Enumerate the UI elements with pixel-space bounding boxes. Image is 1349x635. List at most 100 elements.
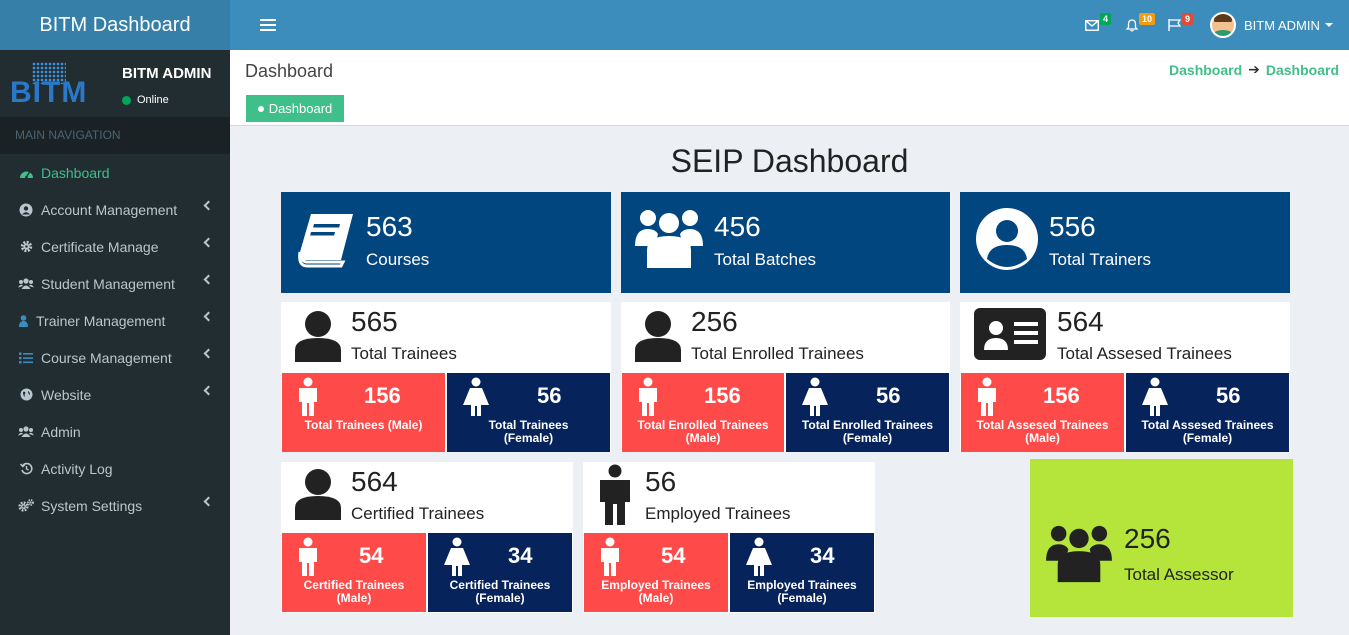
female-label-line2: (Female)	[842, 431, 893, 445]
certified-trainees-card[interactable]: 564 Certified Trainees 54 Certified Trai…	[281, 462, 573, 613]
assessed-trainees-card[interactable]: 564 Total Assesed Trainees 156 Total Ass…	[960, 302, 1290, 452]
employed-label: Employed Trainees	[645, 504, 791, 523]
certified-female[interactable]: 34 Certified Trainees (Female)	[428, 533, 572, 612]
sidebar-item-website[interactable]: Website	[0, 376, 230, 413]
breadcrumb-current: Dashboard	[1265, 61, 1339, 78]
male-label-line2: (Male)	[1025, 431, 1060, 445]
tasks-menu[interactable]: 9	[1168, 0, 1194, 50]
male-value: 156	[364, 383, 401, 408]
female-label-line1: Total Trainees	[488, 418, 569, 432]
male-label: Certified Trainees (Male)	[282, 579, 426, 605]
sidebar-item-student-management[interactable]: Student Management	[0, 265, 230, 302]
female-value: 34	[508, 543, 533, 568]
batches-box[interactable]: 456 Total Batches	[621, 192, 950, 293]
female-icon	[802, 377, 828, 416]
list-icon	[18, 351, 34, 365]
trainers-value: 556	[1049, 211, 1096, 242]
sidebar-item-activity-log[interactable]: Activity Log	[0, 450, 230, 487]
female-label-line2: (Female)	[777, 591, 827, 605]
breadcrumb: Dashboard ➔ Dashboard	[1169, 61, 1339, 78]
sidebar-item-course-management[interactable]: Course Management	[0, 339, 230, 376]
employed-trainees-card[interactable]: 56 Employed Trainees 54 Employed Trainee…	[583, 462, 875, 613]
user-icon	[295, 311, 341, 362]
sidebar-item-label: Certificate Manage	[41, 238, 159, 255]
messages-menu[interactable]: 4	[1085, 0, 1112, 50]
user-menu[interactable]: BITM ADMIN	[1210, 0, 1333, 50]
circle-icon	[257, 105, 264, 112]
female-label-line1: Employed Trainees	[747, 578, 857, 592]
total-trainees-card[interactable]: 565 Total Trainees 156 Total Trainees (M…	[281, 302, 611, 452]
assessor-label: Total Assessor	[1124, 565, 1234, 584]
sidebar-item-label: Admin	[41, 423, 81, 440]
gears-icon	[18, 499, 34, 513]
sidebar-item-label: Website	[41, 386, 92, 403]
status-text: Online	[137, 94, 169, 106]
book-icon	[298, 214, 353, 268]
users-icon	[1046, 525, 1112, 583]
male-value: 54	[661, 543, 686, 568]
female-label-line1: Total Assesed Trainees	[1141, 418, 1274, 432]
sidebar-item-admin[interactable]: Admin	[0, 413, 230, 450]
breadcrumb-link-dashboard[interactable]: Dashboard	[1169, 62, 1242, 78]
male-label-line1: Total Enrolled Trainees	[637, 418, 769, 432]
assessed-male[interactable]: 156 Total Assesed Trainees (Male)	[961, 373, 1124, 452]
employed-male[interactable]: 54 Employed Trainees (Male)	[584, 533, 728, 612]
chevron-left-icon	[203, 348, 214, 359]
sidebar-toggle-icon[interactable]	[260, 16, 276, 34]
sidebar-item-label: Course Management	[41, 349, 172, 366]
flag-icon	[1168, 19, 1181, 31]
user-circle-icon	[976, 208, 1038, 270]
online-status: Online	[122, 94, 169, 106]
male-label: Employed Trainees (Male)	[584, 579, 728, 605]
dashboard-button[interactable]: Dashboard	[246, 95, 344, 122]
notifications-menu[interactable]: 10	[1126, 0, 1156, 50]
male-icon	[639, 377, 657, 416]
certified-male[interactable]: 54 Certified Trainees (Male)	[282, 533, 426, 612]
enrolled-female[interactable]: 56 Total Enrolled Trainees (Female)	[786, 373, 949, 452]
male-label-line1: Certified Trainees	[303, 578, 405, 592]
user-panel: BITM BITM ADMIN Online	[0, 50, 230, 117]
male-label-line1: Employed Trainees	[601, 578, 711, 592]
app-logo-title[interactable]: BITM Dashboard	[0, 0, 230, 50]
female-label-line2: (Female)	[475, 591, 525, 605]
chevron-left-icon	[203, 496, 214, 507]
courses-box[interactable]: 563 Courses	[281, 192, 611, 293]
content-header: Dashboard Dashboard ➔ Dashboard Dashboar…	[230, 50, 1349, 126]
female-icon	[1142, 377, 1168, 416]
enrolled-trainees-card[interactable]: 256 Total Enrolled Trainees 156 Total En…	[621, 302, 950, 452]
chevron-left-icon	[203, 237, 214, 248]
dashboard-icon	[18, 166, 34, 180]
male-label-line2: (Male)	[638, 591, 674, 605]
female-label: Total Enrolled Trainees (Female)	[786, 419, 949, 445]
sidebar-item-account-management[interactable]: Account Management	[0, 191, 230, 228]
male-label-line1: Total Trainees (Male)	[304, 418, 423, 432]
dashboard-title: SEIP Dashboard	[670, 143, 909, 179]
female-label-line2: (Female)	[1182, 431, 1233, 445]
sidebar-item-certificate-manage[interactable]: Certificate Manage	[0, 228, 230, 265]
female-value: 56	[537, 383, 562, 408]
assessed-female[interactable]: 56 Total Assesed Trainees (Female)	[1126, 373, 1289, 452]
tasks-badge: 9	[1182, 13, 1194, 25]
trainers-box[interactable]: 556 Total Trainers	[960, 192, 1290, 293]
chevron-left-icon	[203, 200, 214, 211]
male-value: 156	[704, 383, 741, 408]
envelope-icon	[1085, 19, 1099, 31]
arrow-right-icon: ➔	[1248, 61, 1260, 77]
user-icon	[295, 469, 341, 520]
enrolled-male[interactable]: 156 Total Enrolled Trainees (Male)	[622, 373, 784, 452]
bitm-logo: BITM	[10, 60, 105, 110]
trainers-label: Total Trainers	[1049, 250, 1152, 269]
person-icon	[600, 464, 630, 525]
male-icon	[601, 537, 619, 576]
status-dot-icon	[122, 95, 131, 105]
total-trainees-male[interactable]: 156 Total Trainees (Male)	[282, 373, 445, 452]
female-label-line2: (Female)	[503, 431, 554, 445]
sidebar-item-trainer-management[interactable]: Trainer Management	[0, 302, 230, 339]
total-trainees-female[interactable]: 56 Total Trainees (Female)	[447, 373, 610, 452]
employed-female[interactable]: 34 Employed Trainees (Female)	[730, 533, 874, 612]
sidebar-item-system-settings[interactable]: System Settings	[0, 487, 230, 524]
chevron-left-icon	[203, 274, 214, 285]
sidebar-item-dashboard[interactable]: Dashboard	[0, 154, 230, 191]
id-card-icon	[974, 308, 1046, 360]
assessor-box[interactable]: 256 Total Assessor	[1030, 459, 1293, 617]
